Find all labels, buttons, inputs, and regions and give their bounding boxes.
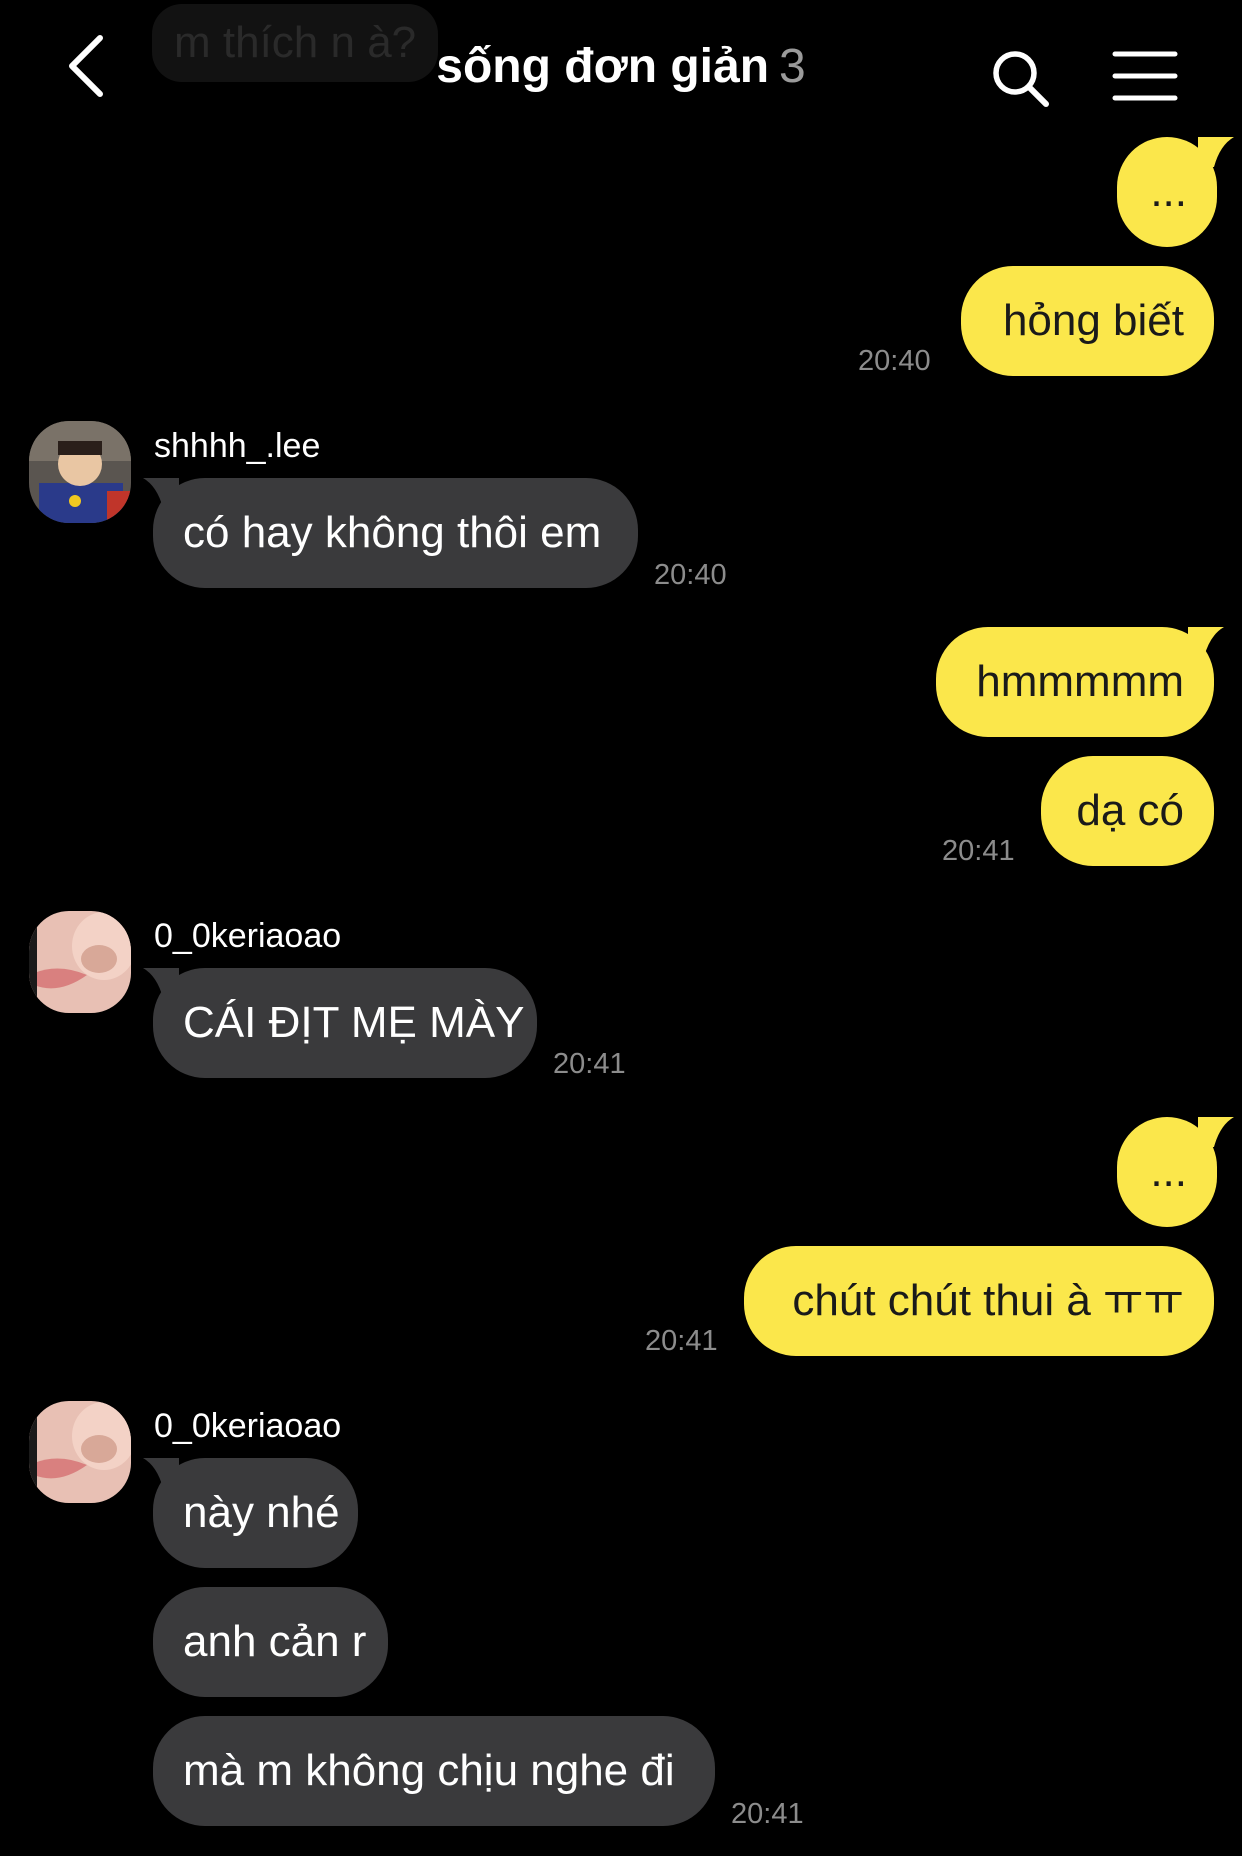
message-text: mà m không chịu nghe đi bbox=[183, 1746, 675, 1795]
sender-name: 0_0keriaoao bbox=[154, 917, 342, 955]
message-timestamp: 20:41 bbox=[942, 835, 1015, 867]
message-bubble-incoming[interactable]: có hay không thôi em bbox=[153, 478, 638, 588]
message-bubble-outgoing[interactable]: hmmmmm bbox=[936, 627, 1214, 737]
search-icon bbox=[993, 51, 1049, 107]
message-bubble-incoming[interactable]: anh cản r bbox=[153, 1587, 388, 1697]
message-bubble-incoming[interactable]: mà m không chịu nghe đi bbox=[153, 1716, 715, 1826]
avatar[interactable] bbox=[29, 911, 131, 1013]
message-bubble-outgoing[interactable]: chút chút thui à ㅠㅠ bbox=[744, 1246, 1214, 1356]
avatar-image bbox=[29, 911, 131, 1013]
sender-name: shhhh_.lee bbox=[154, 427, 321, 465]
message-timestamp: 20:40 bbox=[654, 559, 727, 591]
message-text: dạ có bbox=[1076, 786, 1184, 835]
message-text: hmmmmm bbox=[976, 657, 1184, 706]
message-text: ... bbox=[1150, 1147, 1187, 1196]
chat-title: sống đơn giản bbox=[436, 40, 770, 93]
message-bubble-incoming[interactable]: này nhé bbox=[153, 1458, 358, 1568]
sender-name: 0_0keriaoao bbox=[154, 1407, 342, 1445]
message-bubble-outgoing[interactable]: dạ có bbox=[1041, 756, 1214, 866]
message-text: chút chút thui à ㅠㅠ bbox=[792, 1276, 1184, 1325]
menu-button[interactable] bbox=[1112, 50, 1178, 102]
bubble-tail bbox=[143, 478, 179, 508]
avatar-image bbox=[29, 421, 131, 523]
bubble-tail bbox=[143, 1458, 179, 1488]
message-text: hỏng biết bbox=[1002, 296, 1184, 345]
message-timestamp: 20:41 bbox=[645, 1325, 718, 1357]
bubble-tail bbox=[1198, 1117, 1234, 1147]
message-timestamp: 20:41 bbox=[553, 1048, 626, 1080]
message-bubble-incoming[interactable]: CÁI ĐỊT MẸ MÀY bbox=[153, 968, 537, 1078]
avatar[interactable] bbox=[29, 1401, 131, 1503]
message-text: ... bbox=[1150, 167, 1187, 216]
message-text: có hay không thôi em bbox=[183, 508, 602, 557]
avatar-image bbox=[29, 1401, 131, 1503]
search-button[interactable] bbox=[990, 48, 1052, 110]
avatar[interactable] bbox=[29, 421, 131, 523]
message-text: anh cản r bbox=[183, 1617, 367, 1666]
bubble-tail bbox=[143, 968, 179, 998]
bubble-tail bbox=[1188, 627, 1224, 657]
member-count: 3 bbox=[779, 40, 806, 93]
message-timestamp: 20:40 bbox=[858, 345, 931, 377]
message-text: này nhé bbox=[183, 1488, 340, 1537]
message-text: CÁI ĐỊT MẸ MÀY bbox=[183, 998, 525, 1047]
message-bubble-outgoing[interactable]: hỏng biết bbox=[961, 266, 1214, 376]
bubble-tail bbox=[1198, 137, 1234, 167]
message-timestamp: 20:41 bbox=[731, 1798, 804, 1830]
hamburger-menu-icon bbox=[1112, 51, 1178, 101]
chat-title-bar: sống đơn giản 3 bbox=[0, 36, 1242, 98]
